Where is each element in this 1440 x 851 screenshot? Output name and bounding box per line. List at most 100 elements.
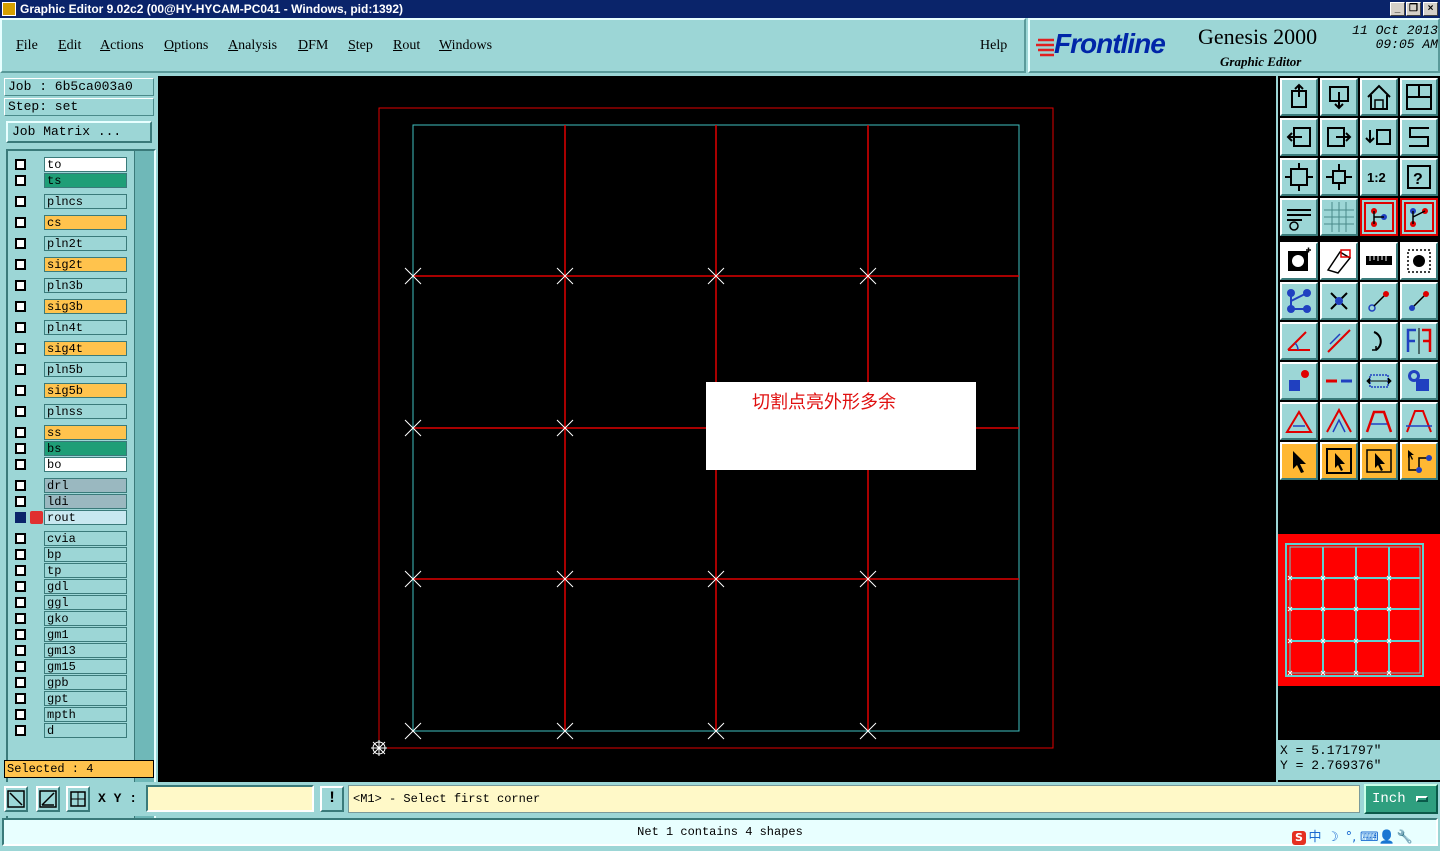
layer-name[interactable]: ggl (44, 595, 127, 610)
arc-icon[interactable] (1360, 322, 1398, 360)
slope-line-icon[interactable] (1320, 322, 1358, 360)
minimize-button[interactable]: _ (1390, 2, 1405, 16)
layer-name[interactable]: cvia (44, 531, 127, 546)
layer-row-bs[interactable]: bs (10, 441, 130, 456)
layer-list-scrollbar[interactable] (134, 151, 154, 829)
select-box-icon[interactable] (1320, 442, 1358, 480)
select-polygon-icon[interactable] (1360, 442, 1398, 480)
zoom-home-icon[interactable] (1280, 78, 1318, 116)
zoom-window-icon[interactable] (4, 786, 28, 812)
menu-file[interactable]: File (16, 38, 38, 54)
keyboard-icon[interactable]: ⌨ (1360, 830, 1379, 845)
layer-name[interactable]: gpb (44, 675, 127, 690)
measure-icon[interactable] (36, 786, 60, 812)
delete-node-icon[interactable] (1320, 282, 1358, 320)
layer-row-plnss[interactable]: plnss (10, 404, 130, 419)
layer-checkbox[interactable] (15, 725, 26, 736)
layer-checkbox[interactable] (15, 661, 26, 672)
user-icon[interactable]: 👤 (1378, 830, 1396, 845)
close-button[interactable]: × (1423, 2, 1438, 16)
snap-off-icon[interactable] (1400, 198, 1438, 236)
layer-checkbox[interactable] (15, 343, 26, 354)
units-selector[interactable]: Inch (1364, 784, 1438, 814)
layer-checkbox[interactable] (15, 159, 26, 170)
layer-row-pln2t[interactable]: pln2t (10, 236, 130, 251)
layer-row-gm13[interactable]: gm13 (10, 643, 130, 658)
layer-name[interactable]: sig3b (44, 299, 127, 314)
layer-row-pln5b[interactable]: pln5b (10, 362, 130, 377)
layer-name[interactable]: plncs (44, 194, 127, 209)
layer-checkbox[interactable] (15, 459, 26, 470)
pan-left-icon[interactable] (1280, 118, 1318, 156)
select-pointer-icon[interactable] (1280, 442, 1318, 480)
layer-name[interactable]: gdl (44, 579, 127, 594)
layer-name[interactable]: sig2t (44, 257, 127, 272)
menu-dfm[interactable]: DFM (298, 38, 328, 54)
job-matrix-button[interactable]: Job Matrix ... (6, 121, 152, 143)
layer-checkbox[interactable] (15, 427, 26, 438)
help-query-icon[interactable]: ? (1400, 158, 1438, 196)
layer-checkbox[interactable] (15, 301, 26, 312)
add-hole-icon[interactable] (1400, 242, 1438, 280)
layer-row-plncs[interactable]: plncs (10, 194, 130, 209)
layer-checkbox[interactable] (15, 565, 26, 576)
menu-actions[interactable]: Actions (100, 38, 144, 54)
layer-name[interactable]: ss (44, 425, 127, 440)
layer-checkbox[interactable] (15, 443, 26, 454)
copy-shape-icon[interactable] (1400, 362, 1438, 400)
layer-checkbox[interactable] (15, 677, 26, 688)
layer-checkbox[interactable] (15, 480, 26, 491)
layer-checkbox[interactable] (15, 496, 26, 507)
layer-checkbox[interactable] (15, 280, 26, 291)
layer-name[interactable]: cs (44, 215, 127, 230)
layer-row-to[interactable]: to (10, 157, 130, 172)
resize-arc-icon[interactable] (1360, 402, 1398, 440)
layer-row-drl[interactable]: drl (10, 478, 130, 493)
select-net-icon[interactable] (1400, 442, 1438, 480)
layer-row-sig5b[interactable]: sig5b (10, 383, 130, 398)
layer-checkbox[interactable] (15, 549, 26, 560)
layer-name[interactable]: sig5b (44, 383, 127, 398)
layer-name[interactable]: pln5b (44, 362, 127, 377)
layer-name[interactable]: d (44, 723, 127, 738)
layer-checkbox[interactable] (15, 385, 26, 396)
layer-checkbox[interactable] (15, 512, 26, 523)
layer-checkbox[interactable] (15, 597, 26, 608)
layer-name[interactable]: sig4t (44, 341, 127, 356)
layer-name[interactable]: tp (44, 563, 127, 578)
layer-row-sig4t[interactable]: sig4t (10, 341, 130, 356)
layer-row-tp[interactable]: tp (10, 563, 130, 578)
layer-name[interactable]: pln3b (44, 278, 127, 293)
add-pad-icon[interactable] (1280, 242, 1318, 280)
resize-outer-icon[interactable] (1400, 402, 1438, 440)
layer-checkbox[interactable] (15, 581, 26, 592)
layer-checkbox[interactable] (15, 693, 26, 704)
layer-name[interactable]: pln2t (44, 236, 127, 251)
layer-checkbox[interactable] (15, 709, 26, 720)
layer-name[interactable]: mpth (44, 707, 127, 722)
layer-row-gpb[interactable]: gpb (10, 675, 130, 690)
layer-checkbox[interactable] (15, 364, 26, 375)
layer-name[interactable]: ts (44, 173, 127, 188)
layer-row-ldi[interactable]: ldi (10, 494, 130, 509)
layer-checkbox[interactable] (15, 196, 26, 207)
ime-chinese-icon[interactable]: 中 (1306, 826, 1324, 845)
layer-name[interactable]: bs (44, 441, 127, 456)
layer-row-ts[interactable]: ts (10, 173, 130, 188)
layer-checkbox[interactable] (15, 406, 26, 417)
layer-row-cvia[interactable]: cvia (10, 531, 130, 546)
layer-name[interactable]: plnss (44, 404, 127, 419)
menu-options[interactable]: Options (164, 38, 208, 54)
measure-distance-icon[interactable] (1360, 362, 1398, 400)
layer-row-gm15[interactable]: gm15 (10, 659, 130, 674)
layer-name[interactable]: bp (44, 547, 127, 562)
layer-row-sig3b[interactable]: sig3b (10, 299, 130, 314)
layer-checkbox[interactable] (15, 645, 26, 656)
menu-analysis[interactable]: Analysis (228, 38, 277, 54)
menu-step[interactable]: Step (348, 38, 373, 54)
layer-row-gko[interactable]: gko (10, 611, 130, 626)
layer-checkbox[interactable] (15, 175, 26, 186)
menu-edit[interactable]: Edit (58, 38, 81, 54)
layer-row-sig2t[interactable]: sig2t (10, 257, 130, 272)
layer-name[interactable]: ldi (44, 494, 127, 509)
